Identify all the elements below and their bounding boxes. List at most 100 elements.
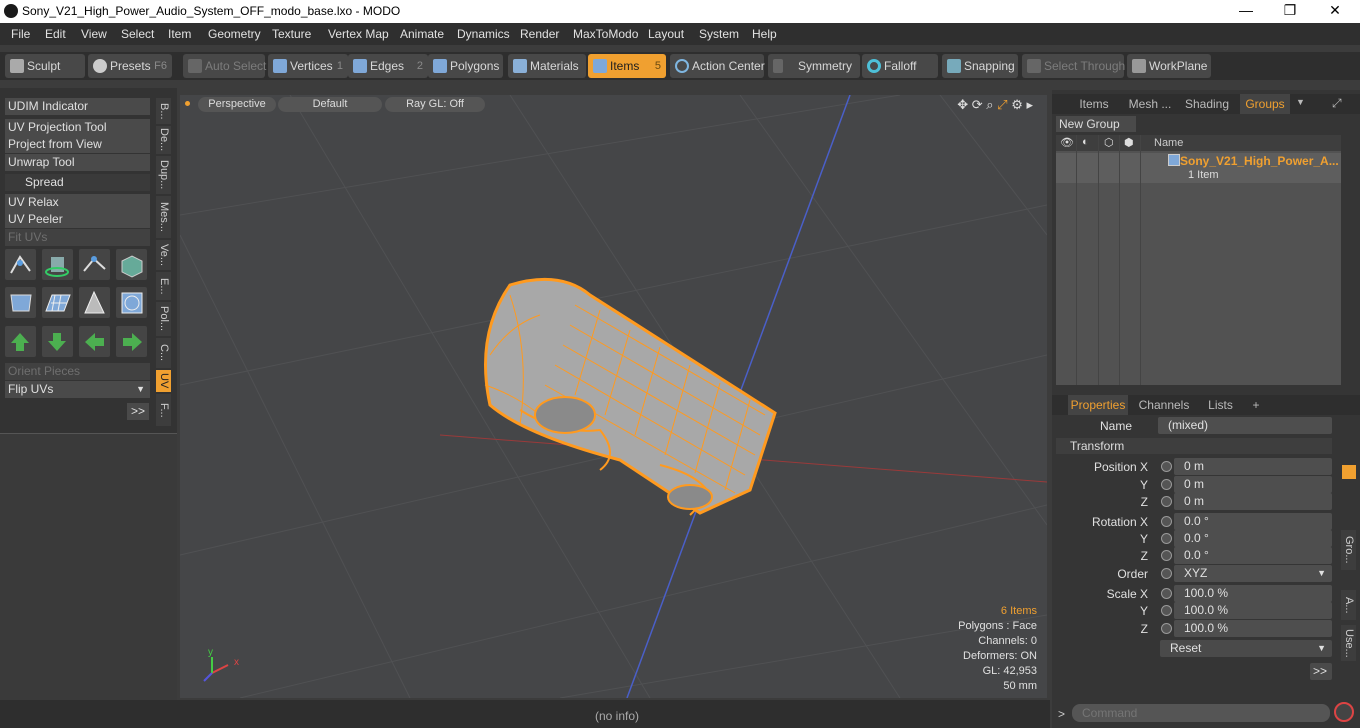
rotation-y-radio[interactable]: [1161, 533, 1172, 544]
menu-geometry[interactable]: Geometry: [208, 27, 261, 41]
order-dropdown[interactable]: XYZ ▼: [1174, 565, 1332, 582]
workplane-button[interactable]: WorkPlane: [1127, 54, 1211, 78]
tab-properties[interactable]: Properties: [1068, 395, 1128, 415]
position-y-radio[interactable]: [1161, 479, 1172, 490]
position-z-radio[interactable]: [1161, 496, 1172, 507]
uv-peeler-button[interactable]: UV Peeler: [5, 211, 150, 228]
uv-move-icon[interactable]: [79, 249, 110, 280]
menu-edit[interactable]: Edit: [45, 27, 66, 41]
scale-x-radio[interactable]: [1161, 588, 1172, 599]
scale-z-radio[interactable]: [1161, 623, 1172, 634]
side-tab-edge[interactable]: E...: [156, 272, 171, 300]
scale-z-field[interactable]: 100.0 %: [1174, 620, 1332, 637]
menu-render[interactable]: Render: [520, 27, 559, 41]
side-tab-curve[interactable]: C...: [156, 338, 171, 368]
rotation-y-field[interactable]: 0.0 °: [1174, 530, 1332, 547]
arrow-up-icon[interactable]: [5, 326, 36, 357]
falloff-button[interactable]: Falloff: [862, 54, 938, 78]
snapping-button[interactable]: Snapping: [942, 54, 1018, 78]
presets-button[interactable]: Presets F6: [88, 54, 172, 78]
rotation-x-radio[interactable]: [1161, 516, 1172, 527]
menu-maxtomodo[interactable]: MaxToModo: [573, 27, 638, 41]
menu-help[interactable]: Help: [752, 27, 777, 41]
side-tab-vertex[interactable]: Ve...: [156, 240, 171, 270]
reset-dropdown[interactable]: Reset ▼: [1160, 640, 1332, 657]
arrow-right-icon[interactable]: [116, 326, 147, 357]
menu-select[interactable]: Select: [121, 27, 154, 41]
uv-box-icon[interactable]: [116, 249, 147, 280]
uv-projection-tool-button[interactable]: UV Projection Tool: [5, 119, 150, 136]
rotate-view-icon[interactable]: ⟳: [972, 97, 983, 112]
menu-item[interactable]: Item: [168, 27, 191, 41]
3d-viewport[interactable]: x y Perspective Default Ray GL: Off ✥ ⟳ …: [180, 95, 1047, 698]
uv-sphere-map-icon[interactable]: [116, 287, 147, 318]
new-group-button[interactable]: New Group: [1056, 116, 1136, 132]
udim-indicator-button[interactable]: UDIM Indicator: [5, 98, 150, 115]
menu-vertex-map[interactable]: Vertex Map: [328, 27, 389, 41]
raygl-tab[interactable]: Ray GL: Off: [385, 97, 485, 112]
side-tab-polygon[interactable]: Pol...: [156, 302, 171, 336]
tab-items[interactable]: Items: [1066, 94, 1122, 114]
menu-file[interactable]: File: [11, 27, 30, 41]
orient-pieces-button[interactable]: Orient Pieces: [5, 363, 150, 380]
position-x-radio[interactable]: [1161, 461, 1172, 472]
tab-shading[interactable]: Shading: [1178, 94, 1236, 114]
render-icon[interactable]: ◐: [1082, 136, 1089, 148]
more-properties-button[interactable]: >>: [1310, 663, 1332, 680]
symmetry-button[interactable]: Symmetry: [768, 54, 860, 78]
name-field[interactable]: (mixed): [1158, 417, 1332, 434]
maximize-button[interactable]: ❐: [1276, 2, 1304, 20]
scale-x-field[interactable]: 100.0 %: [1174, 585, 1332, 602]
maximize-view-icon[interactable]: ⤢: [997, 97, 1007, 112]
close-button[interactable]: ✕: [1321, 2, 1349, 20]
move-view-icon[interactable]: ✥: [957, 97, 968, 112]
menu-texture[interactable]: Texture: [272, 27, 311, 41]
tab-mesh[interactable]: Mesh ...: [1124, 94, 1176, 114]
zoom-view-icon[interactable]: ⌕: [986, 97, 993, 112]
side-tab-deform[interactable]: De...: [156, 126, 171, 154]
viewport-settings-icon[interactable]: ⚙: [1011, 97, 1023, 112]
side-tab-assembly[interactable]: A...: [1341, 590, 1356, 620]
command-input[interactable]: [1072, 704, 1330, 722]
transform-section[interactable]: Transform: [1056, 438, 1332, 454]
uv-transform-icon[interactable]: [5, 249, 36, 280]
uv-cylinder-map-icon[interactable]: [5, 287, 36, 318]
tabs-dropdown-icon[interactable]: ▼: [1296, 97, 1305, 107]
uv-planar-map-icon[interactable]: [42, 287, 73, 318]
uv-relax-button[interactable]: UV Relax: [5, 194, 150, 211]
default-shading-tab[interactable]: Default: [278, 97, 382, 112]
side-tab-groups[interactable]: Gro...: [1341, 530, 1356, 570]
auto-select-button[interactable]: Auto Select: [183, 54, 266, 78]
more-tools-button[interactable]: >>: [127, 403, 149, 420]
polygons-button[interactable]: Polygons: [428, 54, 503, 78]
side-tab-active-icon[interactable]: [1342, 465, 1356, 479]
spread-dropdown[interactable]: Spread: [5, 174, 150, 191]
side-tab-basic[interactable]: B...: [156, 98, 171, 124]
add-tab-button[interactable]: +: [1248, 395, 1264, 415]
scale-y-radio[interactable]: [1161, 605, 1172, 616]
side-tab-user[interactable]: Use...: [1341, 625, 1356, 661]
side-tab-mesh[interactable]: Mes...: [156, 196, 171, 238]
visibility-eye-icon[interactable]: 👁: [1060, 136, 1074, 149]
menu-system[interactable]: System: [699, 27, 739, 41]
menu-dynamics[interactable]: Dynamics: [457, 27, 510, 41]
action-center-button[interactable]: Action Center: [670, 54, 765, 78]
arrow-left-icon[interactable]: [79, 326, 110, 357]
tab-lists[interactable]: Lists: [1198, 395, 1243, 415]
side-tab-uv[interactable]: UV: [156, 370, 171, 392]
sculpt-button[interactable]: Sculpt: [5, 54, 85, 78]
minimize-button[interactable]: —: [1232, 2, 1260, 20]
select-icon[interactable]: ⬢: [1124, 136, 1134, 149]
rotation-x-field[interactable]: 0.0 °: [1174, 513, 1332, 530]
uv-rotate-icon[interactable]: [42, 249, 73, 280]
position-y-field[interactable]: 0 m: [1174, 476, 1332, 493]
lock-icon[interactable]: ⬡: [1104, 136, 1114, 149]
record-icon[interactable]: [1334, 702, 1354, 722]
fit-uvs-button[interactable]: Fit UVs: [5, 229, 150, 246]
vertices-button[interactable]: Vertices 1: [268, 54, 348, 78]
order-radio[interactable]: [1161, 568, 1172, 579]
items-button[interactable]: Items 5: [588, 54, 666, 78]
menu-layout[interactable]: Layout: [648, 27, 684, 41]
tab-channels[interactable]: Channels: [1134, 395, 1194, 415]
perspective-tab[interactable]: Perspective: [198, 97, 276, 112]
